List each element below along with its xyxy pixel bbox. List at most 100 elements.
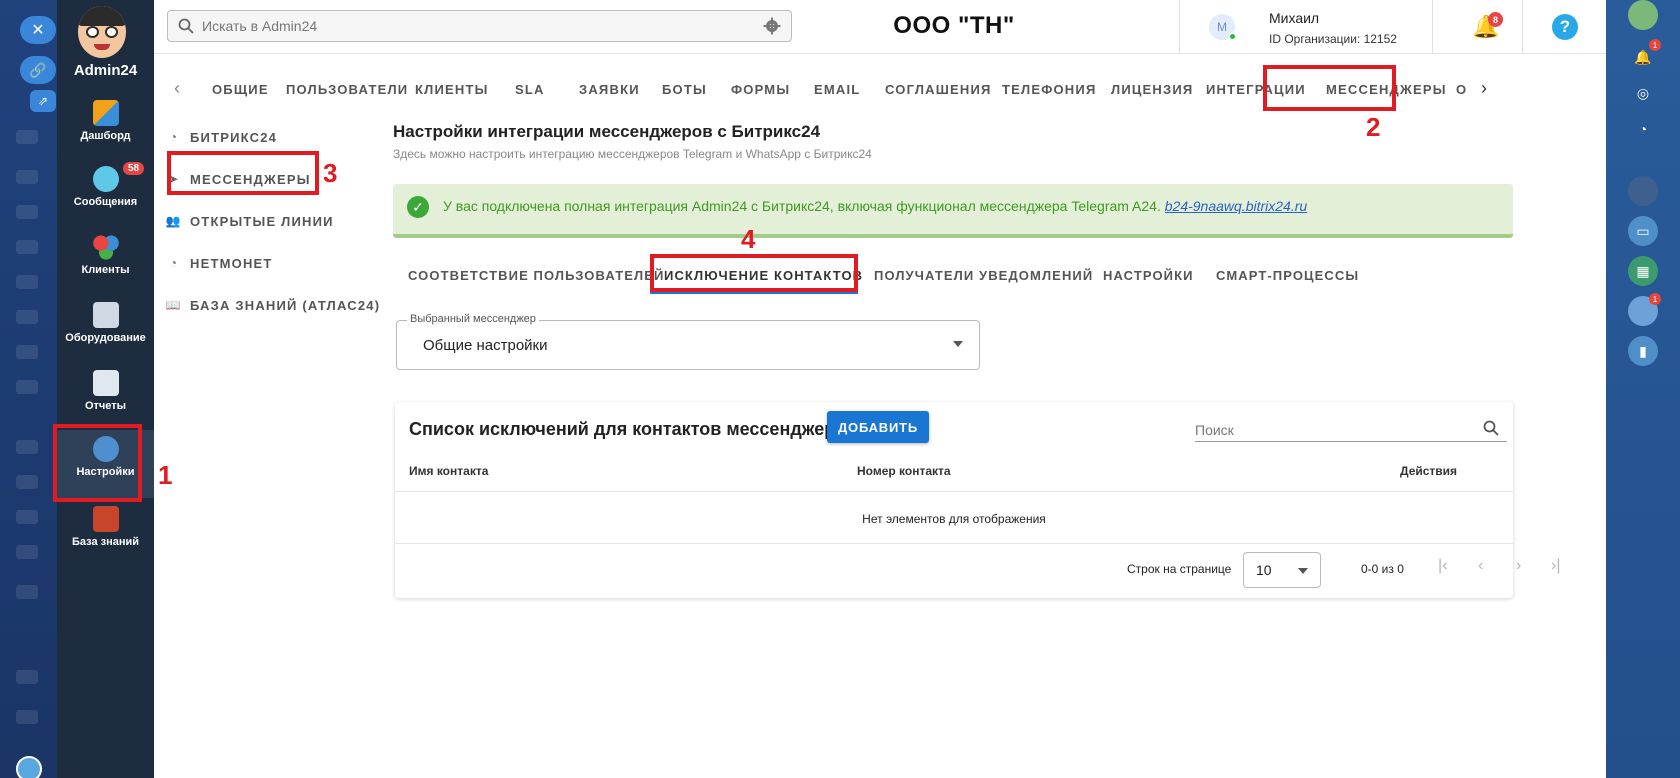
chevron-right-icon[interactable]: › — [1481, 78, 1487, 99]
sidebar-item-equipment[interactable]: Оборудование — [57, 296, 154, 362]
bell-icon[interactable]: 🔔 8 — [1472, 12, 1503, 42]
swirl-icon[interactable]: ◎ — [1628, 78, 1658, 108]
sidebar-item-messages[interactable]: Сообщения 58 — [57, 160, 154, 226]
background-icon — [16, 170, 38, 184]
bell-icon[interactable]: 🔔 1 — [1628, 39, 1661, 72]
column-header-contact-name[interactable]: Имя контакта — [409, 464, 488, 478]
user-avatar[interactable]: М — [1209, 14, 1236, 40]
messenger-select[interactable]: Выбранный мессенджер Общие настройки — [396, 313, 980, 370]
tab-telephony[interactable]: ТЕЛЕФОНИЯ — [1002, 82, 1097, 97]
organization-title: ООО "ТН" — [893, 12, 1015, 39]
tab-forms[interactable]: ФОРМЫ — [731, 82, 790, 97]
avatar[interactable] — [1628, 0, 1658, 30]
user-name[interactable]: Михаил — [1269, 10, 1319, 26]
equipment-icon — [92, 302, 119, 328]
sidebar-item-label: Дашборд — [80, 130, 131, 142]
background-left-panel: ✕ 🔗 ⇗ — [0, 0, 57, 778]
tab-email[interactable]: EMAIL — [814, 82, 860, 97]
brand-logo[interactable] — [78, 6, 126, 58]
rows-per-page-label: Строк на странице — [1127, 562, 1232, 576]
tab-sla[interactable]: SLA — [515, 82, 545, 97]
next-page-icon[interactable]: › — [1516, 557, 1521, 575]
subnav-item-open-lines[interactable]: 👥 ОТКРЫТЫЕ ЛИНИИ — [166, 208, 334, 234]
avatar[interactable] — [16, 756, 42, 778]
sidebar-item-knowledge-base[interactable]: База знаний — [57, 500, 154, 566]
help-icon[interactable]: ? — [1552, 14, 1578, 40]
last-page-icon[interactable]: ›| — [1551, 557, 1560, 575]
exclusion-list-card: Список исключений для контактов мессендж… — [395, 402, 1560, 598]
column-header-contact-number[interactable]: Номер контакта — [857, 464, 951, 478]
subnav-item-knowledge-base[interactable]: 📖 БАЗА ЗНАНИЙ (АТЛАС24) — [166, 292, 380, 318]
chevron-down-icon — [1298, 568, 1308, 574]
avatar[interactable] — [1628, 176, 1658, 206]
search-icon — [1483, 420, 1499, 436]
background-icon — [16, 670, 38, 684]
annotation-number-3: 3 — [323, 158, 338, 188]
close-icon[interactable]: ✕ — [20, 16, 56, 44]
rows-per-page-value: 10 — [1256, 562, 1272, 578]
user-avatar-letter: М — [1217, 20, 1227, 34]
sidebar-item-label: База знаний — [71, 536, 140, 548]
add-button[interactable]: ДОБАВИТЬ — [827, 411, 929, 443]
clients-icon — [92, 234, 119, 260]
rows-per-page-select[interactable]: 10 — [1243, 552, 1321, 588]
background-icon — [16, 205, 38, 219]
background-icon — [16, 710, 38, 724]
check-circle-icon: ✓ — [407, 196, 429, 218]
link-icon[interactable]: 🔗 — [20, 56, 56, 84]
messenger-select-label: Выбранный мессенджер — [407, 313, 539, 325]
tab-clients[interactable]: КЛИЕНТЫ — [415, 82, 489, 97]
online-status-icon — [1229, 33, 1236, 40]
subnav-item-netmonet[interactable]: ◔ НЕТМОНЕТ — [167, 250, 273, 276]
tab-users[interactable]: ПОЛЬЗОВАТЕЛИ — [286, 82, 408, 97]
tab-agreements[interactable]: СОГЛАШЕНИЯ — [885, 82, 992, 97]
chevron-down-icon — [953, 341, 963, 347]
subtab-smart-processes[interactable]: СМАРТ-ПРОЦЕССЫ — [1216, 268, 1359, 283]
background-icon — [16, 545, 38, 559]
chat-bubble-icon[interactable]: ▭ — [1628, 216, 1658, 246]
success-alert: ✓ У вас подключена полная интеграция Adm… — [393, 184, 1513, 238]
bitrix-portal-link[interactable]: b24-9naawq.bitrix24.ru — [1165, 198, 1307, 214]
subnav-label: БИТРИКС24 — [190, 129, 278, 145]
header-divider — [1179, 0, 1180, 54]
notification-badge: 1 — [1649, 293, 1661, 305]
table-icon[interactable]: ▦ — [1628, 256, 1658, 286]
background-icon — [16, 310, 38, 324]
search-icon — [178, 18, 194, 34]
alert-message: У вас подключена полная интеграция Admin… — [443, 198, 1307, 214]
chevron-left-icon[interactable]: ‹ — [174, 78, 180, 99]
notification-badge: 1 — [1649, 39, 1661, 51]
subtab-notification-recipients[interactable]: ПОЛУЧАТЕЛИ УВЕДОМЛЕНИЙ — [874, 268, 1093, 283]
knowledge-base-icon — [92, 506, 119, 532]
gear-icon[interactable] — [763, 17, 781, 35]
previous-page-icon[interactable]: ‹ — [1478, 557, 1483, 575]
sidebar-item-reports[interactable]: Отчеты — [57, 364, 154, 430]
sidebar-item-label: Клиенты — [81, 264, 130, 276]
search-placeholder: Искать в Admin24 — [202, 18, 318, 34]
annotation-number-1: 1 — [158, 460, 173, 490]
sidebar-item-clients[interactable]: Клиенты — [57, 228, 154, 294]
avatar[interactable]: 1 — [1628, 293, 1661, 326]
background-right-panel: 🔔 1 ◎ ◔ ▭ ▦ 1 ▮ — [1606, 0, 1680, 778]
subnav-item-bitrix24[interactable]: ◔ БИТРИКС24 — [167, 124, 277, 150]
external-link-icon[interactable]: ⇗ — [30, 90, 56, 112]
tab-requests[interactable]: ЗАЯВКИ — [579, 82, 640, 97]
tab-bots[interactable]: БОТЫ — [662, 82, 707, 97]
subtab-user-mapping[interactable]: СООТВЕТСТВИЕ ПОЛЬЗОВАТЕЛЕЙ — [408, 268, 664, 283]
tab-general[interactable]: ОБЩИЕ — [212, 82, 269, 97]
sidebar-item-dashboard[interactable]: Дашборд — [57, 94, 154, 160]
empty-table-message: Нет элементов для отображения — [862, 512, 1046, 526]
bookmark-icon[interactable]: ▮ — [1628, 336, 1658, 366]
sidebar-item-label: Отчеты — [84, 400, 127, 412]
tab-more[interactable]: О — [1456, 82, 1467, 97]
subtab-settings[interactable]: НАСТРОЙКИ — [1103, 268, 1194, 283]
page-subtitle: Здесь можно настроить интеграцию мессенд… — [393, 147, 872, 161]
table-search-input[interactable]: Поиск — [1195, 418, 1507, 442]
first-page-icon[interactable]: |‹ — [1438, 557, 1447, 575]
global-search-input[interactable]: Искать в Admin24 — [167, 10, 792, 42]
app-sidebar: Admin24 Дашборд Сообщения 58 Клиенты Обо… — [57, 0, 154, 778]
chat-icon[interactable]: ◔ — [1628, 114, 1658, 144]
background-icon — [16, 275, 38, 289]
organization-id: ID Организации: 12152 — [1269, 32, 1397, 46]
tab-license[interactable]: ЛИЦЕНЗИЯ — [1111, 82, 1193, 97]
